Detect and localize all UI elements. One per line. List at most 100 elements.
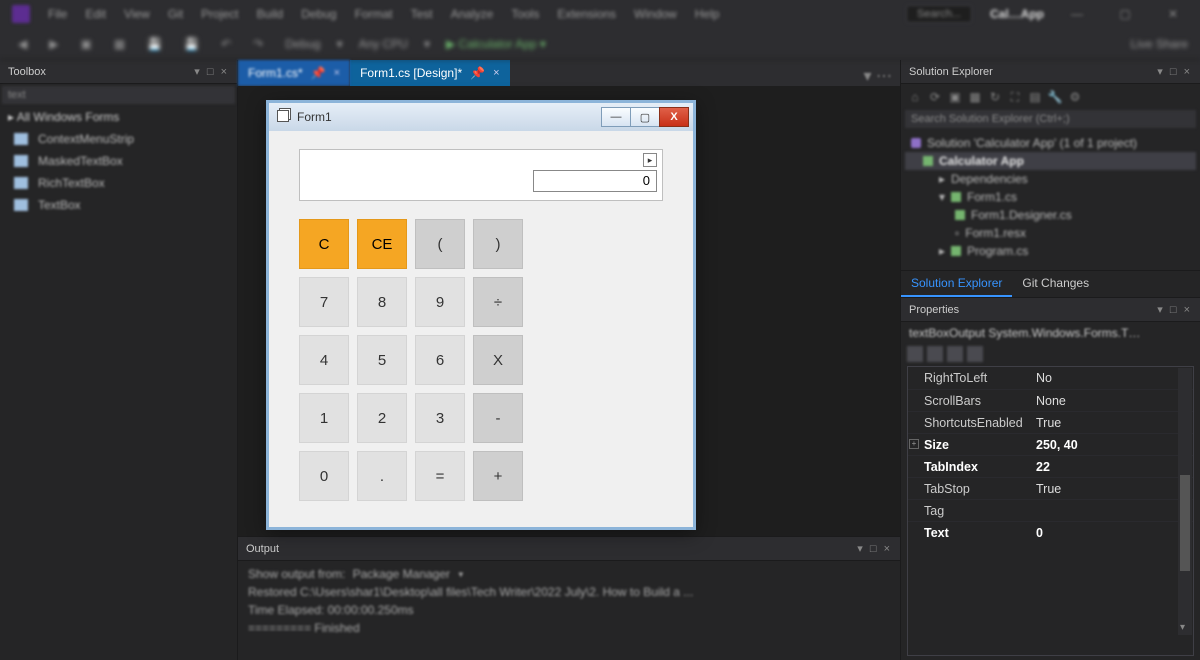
calc-button-3[interactable]: 3	[415, 393, 465, 443]
smart-tag-icon[interactable]: ▸	[643, 153, 657, 167]
property-row-tabstop[interactable]: TabStopTrue	[908, 477, 1193, 499]
toolbar-nav-fwd-icon[interactable]: ▶	[43, 35, 64, 53]
calc-button-multiply[interactable]: X	[473, 335, 523, 385]
tree-dependencies-node[interactable]: ▸Dependencies	[905, 170, 1196, 188]
config-dropdown[interactable]: Debug	[279, 35, 326, 53]
tab-overflow-icon[interactable]: ▾ ⋯	[864, 66, 892, 86]
collapse-icon[interactable]: ▣	[947, 90, 963, 104]
expand-icon[interactable]: +	[909, 439, 919, 449]
panel-controls-icon[interactable]: ▾ □ ×	[857, 542, 892, 555]
calc-button-1[interactable]: 1	[299, 393, 349, 443]
sync-icon[interactable]: ⟳	[927, 90, 943, 104]
menu-view[interactable]: View	[124, 7, 150, 21]
calc-button-decimal[interactable]: .	[357, 451, 407, 501]
toolbar-save-all-icon[interactable]: 💾	[178, 35, 205, 53]
calc-button-plus[interactable]: +	[473, 451, 523, 501]
calculator-display-panel[interactable]: ▸ 0	[299, 149, 663, 201]
calc-button-clear-entry[interactable]: CE	[357, 219, 407, 269]
form-close-button[interactable]: X	[659, 107, 689, 127]
calc-button-8[interactable]: 8	[357, 277, 407, 327]
menu-git[interactable]: Git	[168, 7, 183, 21]
toolbar-redo-icon[interactable]: ↷	[247, 35, 269, 53]
property-value[interactable]: True	[1036, 416, 1193, 430]
tree-form1-cs-node[interactable]: ▾Form1.cs	[905, 188, 1196, 206]
toolbox-filter-input[interactable]: text	[2, 86, 235, 104]
calc-button-2[interactable]: 2	[357, 393, 407, 443]
scrollbar-thumb[interactable]	[1180, 475, 1190, 571]
property-row-tag[interactable]: Tag	[908, 499, 1193, 521]
menu-tools[interactable]: Tools	[511, 7, 539, 21]
calc-button-9[interactable]: 9	[415, 277, 465, 327]
window-minimize-button[interactable]: —	[1062, 7, 1092, 21]
wrench-icon[interactable]: 🔧	[1047, 90, 1063, 104]
property-value[interactable]: True	[1036, 482, 1193, 496]
property-row-righttoleft[interactable]: RightToLeftNo	[908, 367, 1193, 389]
pin-icon[interactable]: 📌	[470, 66, 485, 80]
form1-window[interactable]: Form1 — ▢ X ▸ 0 C CE (	[266, 100, 696, 530]
property-row-shortcutsenabled[interactable]: ShortcutsEnabledTrue	[908, 411, 1193, 433]
menu-debug[interactable]: Debug	[301, 7, 336, 21]
tab-form1-design[interactable]: Form1.cs [Design]*📌×	[350, 60, 509, 86]
calc-button-7[interactable]: 7	[299, 277, 349, 327]
tree-solution-node[interactable]: Solution 'Calculator App' (1 of 1 projec…	[905, 134, 1196, 152]
close-icon[interactable]: ×	[493, 67, 499, 79]
menu-analyze[interactable]: Analyze	[451, 7, 494, 21]
tab-git-changes[interactable]: Git Changes	[1012, 271, 1099, 297]
toolbox-item-textbox[interactable]: TextBox	[0, 194, 237, 216]
property-value[interactable]: 0	[1036, 526, 1193, 540]
menu-edit[interactable]: Edit	[85, 7, 106, 21]
home-icon[interactable]: ⌂	[907, 90, 923, 104]
property-row-scrollbars[interactable]: ScrollBarsNone	[908, 389, 1193, 411]
calc-button-open-paren[interactable]: (	[415, 219, 465, 269]
alphabetical-icon[interactable]	[927, 346, 943, 362]
calculator-output-textbox[interactable]: 0	[533, 170, 657, 192]
calc-button-4[interactable]: 4	[299, 335, 349, 385]
property-value[interactable]: 22	[1036, 460, 1193, 474]
menu-build[interactable]: Build	[257, 7, 284, 21]
pin-icon[interactable]: 📌	[311, 66, 326, 80]
calc-button-6[interactable]: 6	[415, 335, 465, 385]
toolbox-item-maskedtextbox[interactable]: MaskedTextBox	[0, 150, 237, 172]
categorized-icon[interactable]	[907, 346, 923, 362]
close-icon[interactable]: ×	[334, 67, 340, 79]
events-icon[interactable]	[947, 346, 963, 362]
toolbar-undo-icon[interactable]: ↶	[215, 35, 237, 53]
menu-help[interactable]: Help	[695, 7, 720, 21]
tree-form1-designer-node[interactable]: Form1.Designer.cs	[905, 206, 1196, 224]
toolbox-category-all-windows-forms[interactable]: ▸ All Windows Forms	[0, 106, 237, 128]
window-close-button[interactable]: ✕	[1158, 7, 1188, 21]
form-designer-surface[interactable]: Form1 — ▢ X ▸ 0 C CE (	[238, 86, 900, 536]
toolbar-nav-back-icon[interactable]: ◀	[12, 35, 33, 53]
properties-scrollbar[interactable]	[1178, 368, 1192, 635]
form-minimize-button[interactable]: —	[601, 107, 631, 127]
solution-explorer-search[interactable]: Search Solution Explorer (Ctrl+;)	[905, 110, 1196, 128]
ide-search-input[interactable]: Search...	[906, 5, 972, 23]
panel-controls-icon[interactable]: ▾ □ ×	[1157, 65, 1192, 78]
window-maximize-button[interactable]: ▢	[1110, 7, 1140, 21]
show-all-icon[interactable]: ▦	[967, 90, 983, 104]
property-row-text[interactable]: Text0	[908, 521, 1193, 543]
panel-controls-icon[interactable]: ▾ □ ×	[194, 65, 229, 78]
form-maximize-button[interactable]: ▢	[630, 107, 660, 127]
menu-extensions[interactable]: Extensions	[557, 7, 616, 21]
toolbox-item-richtextbox[interactable]: RichTextBox	[0, 172, 237, 194]
property-pages-icon[interactable]	[967, 346, 983, 362]
toolbar-open-icon[interactable]: ▦	[108, 35, 131, 53]
property-value[interactable]: No	[1036, 371, 1193, 385]
property-value[interactable]: 250, 40	[1036, 438, 1193, 452]
calc-button-0[interactable]: 0	[299, 451, 349, 501]
toolbar-save-icon[interactable]: 💾	[141, 35, 168, 53]
calc-button-close-paren[interactable]: )	[473, 219, 523, 269]
tab-form1-cs[interactable]: Form1.cs*📌×	[238, 60, 350, 86]
preview-icon[interactable]: ▤	[1027, 90, 1043, 104]
property-value[interactable]: None	[1036, 394, 1193, 408]
live-share-button[interactable]: Live Share	[1131, 37, 1188, 51]
properties-grid[interactable]: + RightToLeftNo ScrollBarsNone Shortcuts…	[907, 366, 1194, 656]
calc-button-divide[interactable]: ÷	[473, 277, 523, 327]
property-row-tabindex[interactable]: TabIndex22	[908, 455, 1193, 477]
tree-program-cs-node[interactable]: ▸Program.cs	[905, 242, 1196, 260]
tree-form1-resx-node[interactable]: ▫Form1.resx	[905, 224, 1196, 242]
refresh-icon[interactable]: ↻	[987, 90, 1003, 104]
menu-window[interactable]: Window	[634, 7, 677, 21]
calc-button-minus[interactable]: -	[473, 393, 523, 443]
